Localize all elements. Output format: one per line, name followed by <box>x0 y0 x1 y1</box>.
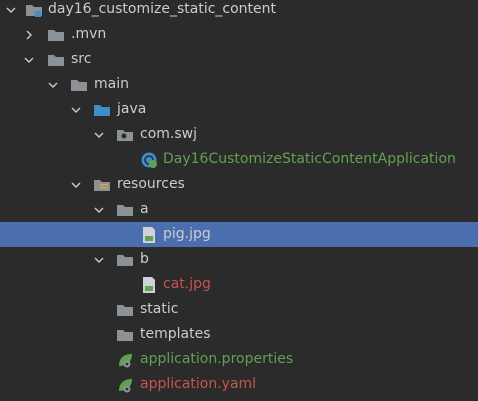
chevron-down-icon[interactable] <box>93 254 105 266</box>
tree-row-main[interactable]: main <box>0 72 478 97</box>
tree-row-static[interactable]: static <box>0 297 478 322</box>
tree-row-root[interactable]: day16_customize_static_content <box>0 0 478 22</box>
tree-label: b <box>140 251 149 267</box>
tree-row-package[interactable]: com.swj <box>0 122 478 147</box>
tree-row-application-properties[interactable]: application.properties <box>0 347 478 372</box>
tree-label: com.swj <box>140 126 197 142</box>
resources-folder-icon <box>93 176 111 194</box>
tree-label: Day16CustomizeStaticContentApplication <box>163 151 456 167</box>
image-file-icon <box>140 276 158 294</box>
tree-row-java[interactable]: java <box>0 97 478 122</box>
tree-label: application.properties <box>140 351 294 367</box>
chevron-down-icon[interactable] <box>47 79 59 91</box>
tree-row-application-yaml[interactable]: application.yaml <box>0 372 478 397</box>
chevron-down-icon[interactable] <box>23 54 35 66</box>
chevron-down-icon[interactable] <box>70 104 82 116</box>
tree-row-templates[interactable]: templates <box>0 322 478 347</box>
module-folder-icon <box>25 1 43 19</box>
chevron-right-icon[interactable] <box>23 29 35 41</box>
folder-icon <box>47 51 65 69</box>
image-file-icon <box>140 226 158 244</box>
folder-icon <box>116 251 134 269</box>
tree-label: main <box>94 76 129 92</box>
chevron-down-icon[interactable] <box>93 204 105 216</box>
tree-label: src <box>71 51 92 67</box>
tree-row-folder-b[interactable]: b <box>0 247 478 272</box>
folder-icon <box>116 201 134 219</box>
chevron-down-icon[interactable] <box>5 4 17 16</box>
tree-label: pig.jpg <box>163 226 211 242</box>
package-icon <box>116 126 134 144</box>
tree-label: a <box>140 201 149 217</box>
tree-label-root: day16_customize_static_content <box>48 1 277 17</box>
project-tree: day16_customize_static_content .mvn src … <box>0 0 478 401</box>
folder-icon <box>47 26 65 44</box>
spring-boot-class-icon <box>140 151 158 169</box>
folder-icon <box>116 301 134 319</box>
tree-label: java <box>117 101 147 117</box>
tree-label: cat.jpg <box>163 276 211 292</box>
tree-row-mvn[interactable]: .mvn <box>0 22 478 47</box>
spring-config-icon <box>116 351 134 369</box>
tree-label: templates <box>140 326 211 342</box>
tree-row-resources[interactable]: resources <box>0 172 478 197</box>
tree-label: application.yaml <box>140 376 257 392</box>
tree-row-src[interactable]: src <box>0 47 478 72</box>
spring-config-icon <box>116 376 134 394</box>
tree-label: resources <box>117 176 185 192</box>
chevron-down-icon[interactable] <box>93 129 105 141</box>
tree-row-folder-a[interactable]: a <box>0 197 478 222</box>
source-folder-icon <box>93 101 111 119</box>
tree-row-cat-jpg[interactable]: cat.jpg <box>0 272 478 297</box>
tree-row-application-class[interactable]: Day16CustomizeStaticContentApplication <box>0 147 478 172</box>
chevron-down-icon[interactable] <box>70 179 82 191</box>
tree-label: .mvn <box>71 26 107 42</box>
folder-icon <box>70 76 88 94</box>
tree-label: static <box>140 301 179 317</box>
folder-icon <box>116 326 134 344</box>
tree-row-pig-jpg[interactable]: pig.jpg <box>0 222 478 247</box>
